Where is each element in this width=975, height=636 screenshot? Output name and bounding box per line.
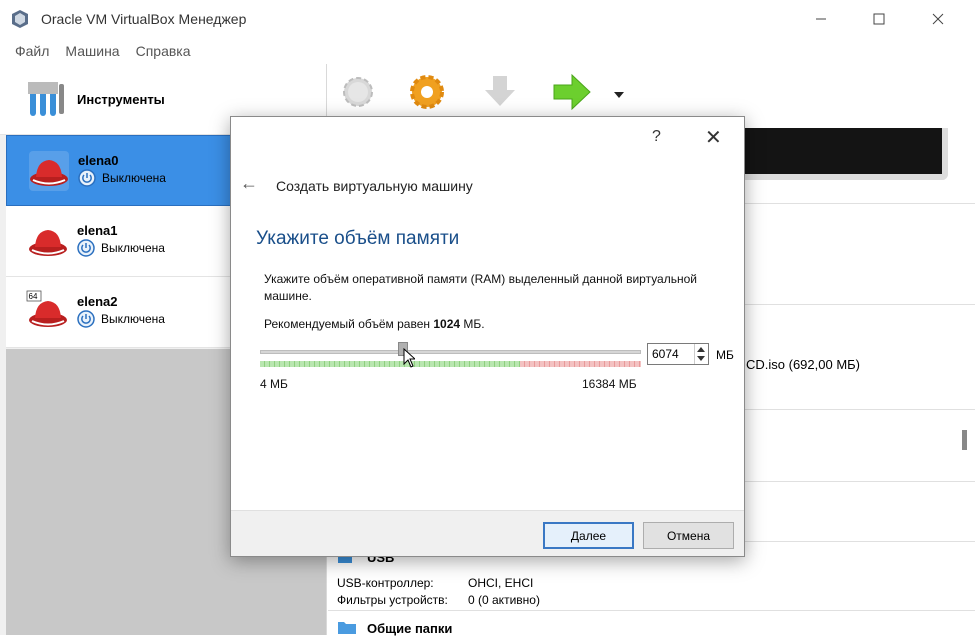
tools-icon bbox=[28, 82, 64, 116]
vm-status: Выключена bbox=[102, 171, 166, 185]
page-heading: Укажите объём памяти bbox=[256, 228, 460, 249]
maximize-icon bbox=[873, 13, 885, 25]
vm-preview bbox=[728, 128, 948, 180]
cancel-button[interactable]: Отмена bbox=[643, 522, 734, 549]
usb-filters-label: Фильтры устройств: bbox=[337, 593, 448, 607]
recommended-range bbox=[260, 361, 520, 367]
virtualbox-window: Oracle VM VirtualBox Менеджер Файл Машин… bbox=[0, 0, 975, 636]
recommended-value: 1024 bbox=[433, 317, 461, 331]
usb-filters-value: 0 (0 активно) bbox=[468, 593, 540, 607]
scrollbar-thumb[interactable] bbox=[962, 430, 967, 450]
tools-label: Инструменты bbox=[77, 92, 165, 107]
discard-arrow-icon[interactable] bbox=[478, 70, 522, 114]
recommended-suffix: МБ. bbox=[460, 317, 485, 331]
next-button[interactable]: Далее bbox=[543, 522, 634, 549]
power-off-icon bbox=[78, 169, 96, 187]
usb-controller-label: USB-контроллер: bbox=[337, 576, 434, 590]
decrement-arrow-icon[interactable] bbox=[697, 356, 705, 361]
slider-min-label: 4 МБ bbox=[260, 377, 288, 391]
menu-machine[interactable]: Машина bbox=[57, 40, 127, 64]
stepper-arrows[interactable] bbox=[694, 344, 708, 364]
slider-max-label: 16384 МБ bbox=[582, 377, 637, 391]
power-off-icon bbox=[77, 239, 95, 257]
menu-bar: Файл Машина Справка bbox=[0, 40, 199, 64]
recommended-memory: Рекомендуемый объём равен 1024 МБ. bbox=[264, 317, 485, 331]
memory-size-value[interactable]: 6074 bbox=[652, 347, 679, 361]
menu-file[interactable]: Файл bbox=[0, 40, 57, 64]
usb-controller-value: OHCI, EHCI bbox=[468, 576, 534, 590]
memory-slider-scale bbox=[260, 361, 641, 367]
title-bar: Oracle VM VirtualBox Менеджер bbox=[0, 0, 975, 38]
shared-folders-title: Общие папки bbox=[367, 621, 453, 636]
redhat-logo-icon bbox=[29, 230, 67, 256]
create-vm-dialog: ? ✕ ← Создать виртуальную машину Укажите… bbox=[230, 116, 745, 557]
wizard-title: Создать виртуальную машину bbox=[276, 178, 473, 194]
power-off-icon bbox=[77, 310, 95, 328]
dialog-close-button[interactable]: ✕ bbox=[705, 125, 722, 150]
memory-slider-track[interactable] bbox=[260, 350, 641, 354]
help-button[interactable]: ? bbox=[652, 128, 661, 146]
vm-name: elena1 bbox=[77, 223, 118, 238]
close-icon bbox=[932, 13, 944, 25]
virtualbox-app-icon bbox=[12, 10, 28, 28]
window-title: Oracle VM VirtualBox Менеджер bbox=[41, 11, 247, 27]
increment-arrow-icon[interactable] bbox=[697, 347, 705, 352]
recommended-prefix: Рекомендуемый объём равен bbox=[264, 317, 434, 331]
mouse-cursor-icon bbox=[403, 348, 415, 368]
shared-folder-icon bbox=[338, 622, 356, 634]
start-arrow-icon[interactable] bbox=[550, 70, 594, 114]
memory-unit-label: МБ bbox=[716, 348, 734, 362]
minimize-icon bbox=[816, 18, 826, 20]
arch-64-badge: 64 bbox=[29, 292, 38, 301]
start-dropdown-arrow-icon[interactable] bbox=[614, 92, 624, 98]
menu-help[interactable]: Справка bbox=[128, 40, 199, 64]
excessive-range bbox=[520, 361, 641, 367]
memory-description: Укажите объём оперативной памяти (RAM) в… bbox=[264, 272, 697, 303]
redhat-logo-icon: 64 bbox=[26, 290, 67, 327]
settings-gear-icon[interactable] bbox=[405, 70, 449, 114]
memory-size-stepper[interactable]: 6074 bbox=[647, 343, 709, 365]
minimize-button[interactable] bbox=[792, 0, 850, 38]
vm-name: elena2 bbox=[77, 294, 118, 309]
close-window-button[interactable] bbox=[909, 0, 967, 38]
vm-name: elena0 bbox=[78, 153, 119, 168]
storage-cd-info: CD.iso (692,00 МБ) bbox=[746, 357, 861, 372]
vm-status: Выключена bbox=[101, 312, 165, 326]
dialog-footer: Далее Отмена bbox=[231, 510, 744, 556]
back-arrow-icon[interactable]: ← bbox=[240, 173, 258, 194]
maximize-button[interactable] bbox=[850, 0, 908, 38]
divider bbox=[328, 610, 975, 611]
redhat-logo-icon bbox=[29, 151, 69, 191]
vm-status: Выключена bbox=[101, 241, 165, 255]
create-gear-icon[interactable] bbox=[336, 70, 380, 114]
